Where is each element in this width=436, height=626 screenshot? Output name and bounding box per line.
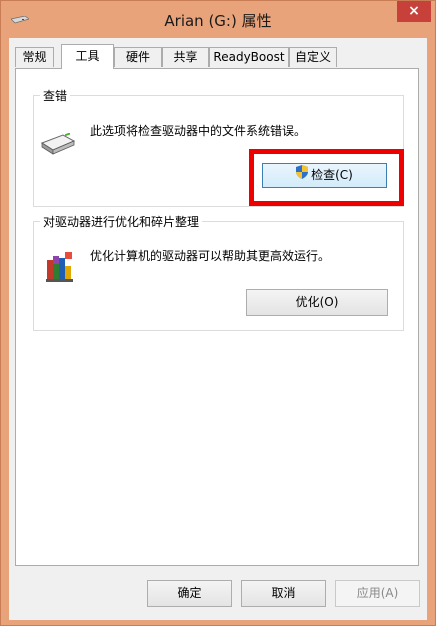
ok-button[interactable]: 确定 (147, 580, 232, 607)
optimize-button[interactable]: 优化(O) (246, 289, 388, 316)
red-highlight-box (249, 149, 404, 206)
optimize-description: 优化计算机的驱动器可以帮助其更高效运行。 (90, 249, 331, 263)
title-bar[interactable]: Arian (G:) 属性 × (1, 1, 435, 37)
optimize-group: 对驱动器进行优化和碎片整理 优化计算机的驱动器可以帮助其更高效运行。 优化(O) (33, 213, 404, 331)
apply-button[interactable]: 应用(A) (335, 580, 420, 607)
optimize-title: 对驱动器进行优化和碎片整理 (40, 213, 203, 230)
tab-general[interactable]: 常规 (15, 47, 54, 67)
tab-customize[interactable]: 自定义 (289, 47, 337, 67)
cancel-button[interactable]: 取消 (241, 580, 326, 607)
error-checking-title: 查错 (40, 87, 71, 104)
error-checking-description: 此选项将检查驱动器中的文件系统错误。 (90, 124, 307, 138)
properties-window: Arian (G:) 属性 × 常规 工具 硬件 共享 ReadyBoost 自… (0, 0, 436, 626)
error-checking-group: 查错 此选项将检查驱动器中的文件系统错误。 检查(C) (33, 87, 404, 207)
window-title: Arian (G:) 属性 (164, 12, 272, 30)
close-button[interactable]: × (397, 1, 431, 22)
dialog-client: 常规 工具 硬件 共享 ReadyBoost 自定义 查错 此选项将检查驱动器中… (9, 38, 427, 620)
tab-readyboost[interactable]: ReadyBoost (209, 47, 289, 67)
tools-panel: 查错 此选项将检查驱动器中的文件系统错误。 检查(C) 对驱动器进行优化和碎片整… (15, 68, 419, 566)
tab-hardware[interactable]: 硬件 (114, 47, 162, 67)
drive-icon (41, 133, 75, 155)
tab-tools[interactable]: 工具 (61, 44, 114, 69)
defrag-icon (46, 252, 73, 282)
tab-sharing[interactable]: 共享 (162, 47, 209, 67)
